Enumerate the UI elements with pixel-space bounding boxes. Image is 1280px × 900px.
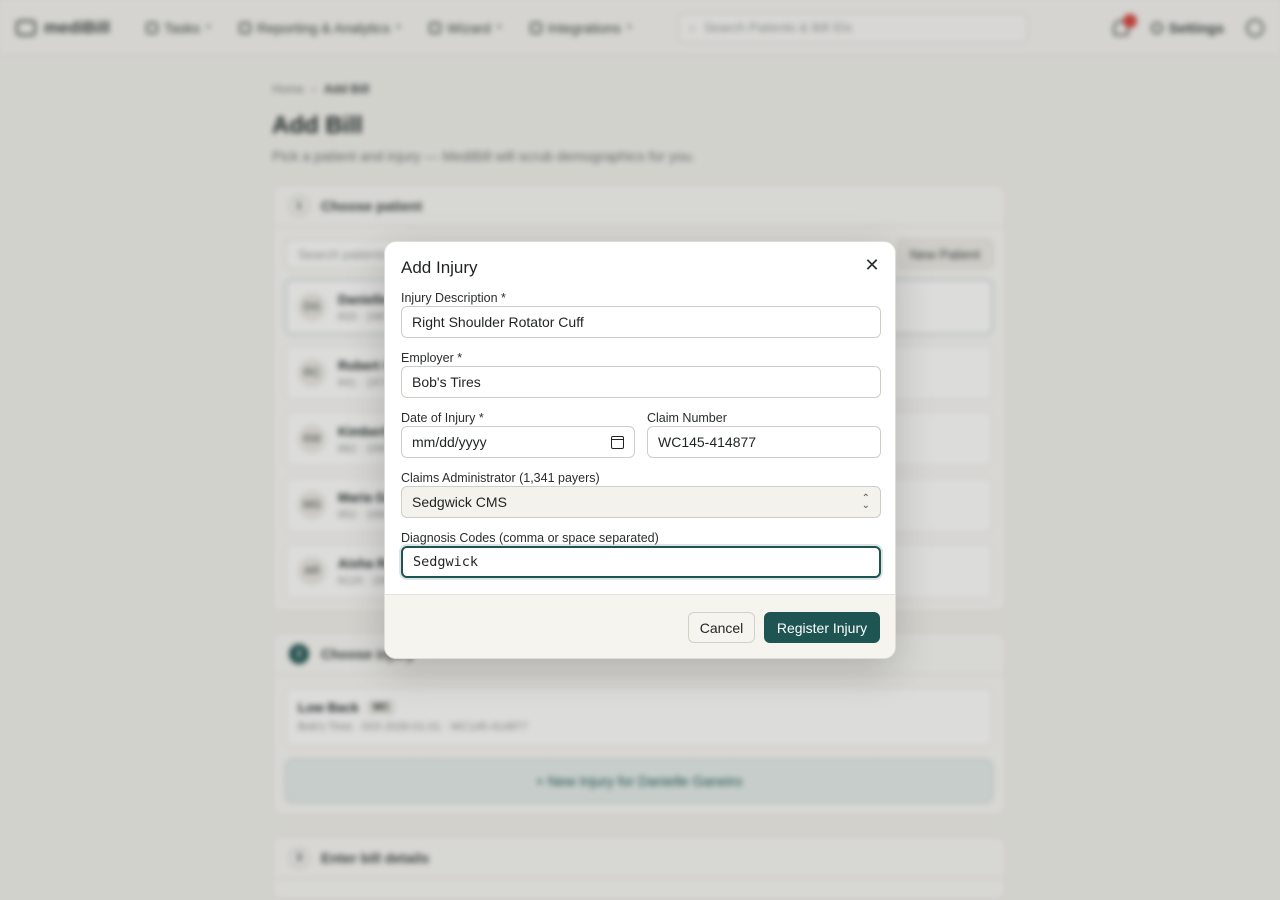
employer-value: Bob's Tires xyxy=(412,374,481,390)
cancel-button[interactable]: Cancel xyxy=(688,612,755,643)
chevron-up-down-icon: ⌃ ⌄ xyxy=(861,493,870,511)
add-injury-dialog: Add Injury ✕ Injury Description * Right … xyxy=(384,241,896,659)
close-icon[interactable]: ✕ xyxy=(863,256,881,274)
injury-description-label: Injury Description * xyxy=(401,291,506,305)
diagnosis-codes-label: Diagnosis Codes (comma or space separate… xyxy=(401,531,659,545)
date-placeholder: mm/dd/yyyy xyxy=(412,434,487,450)
claims-administrator-label: Claims Administrator (1,341 payers) xyxy=(401,471,600,485)
diagnosis-codes-input[interactable]: Sedgwick xyxy=(401,546,881,578)
claim-number-value: WC145-414877 xyxy=(658,434,757,450)
claim-number-label: Claim Number xyxy=(647,411,727,425)
injury-description-value: Right Shoulder Rotator Cuff xyxy=(412,314,584,330)
date-of-injury-label: Date of Injury * xyxy=(401,411,484,425)
employer-input[interactable]: Bob's Tires xyxy=(401,366,881,398)
dialog-footer: Cancel Register Injury xyxy=(385,594,895,658)
employer-label: Employer * xyxy=(401,351,463,365)
claims-administrator-select[interactable]: Sedgwick CMS ⌃ ⌄ xyxy=(401,486,881,518)
register-injury-button[interactable]: Register Injury xyxy=(764,612,880,643)
claim-number-input[interactable]: WC145-414877 xyxy=(647,426,881,458)
injury-description-input[interactable]: Right Shoulder Rotator Cuff xyxy=(401,306,881,338)
calendar-icon[interactable] xyxy=(611,435,624,449)
diagnosis-codes-value: Sedgwick xyxy=(413,554,479,570)
claims-administrator-value: Sedgwick CMS xyxy=(412,494,507,510)
dialog-title: Add Injury xyxy=(401,258,478,277)
date-of-injury-input[interactable]: mm/dd/yyyy xyxy=(401,426,635,458)
